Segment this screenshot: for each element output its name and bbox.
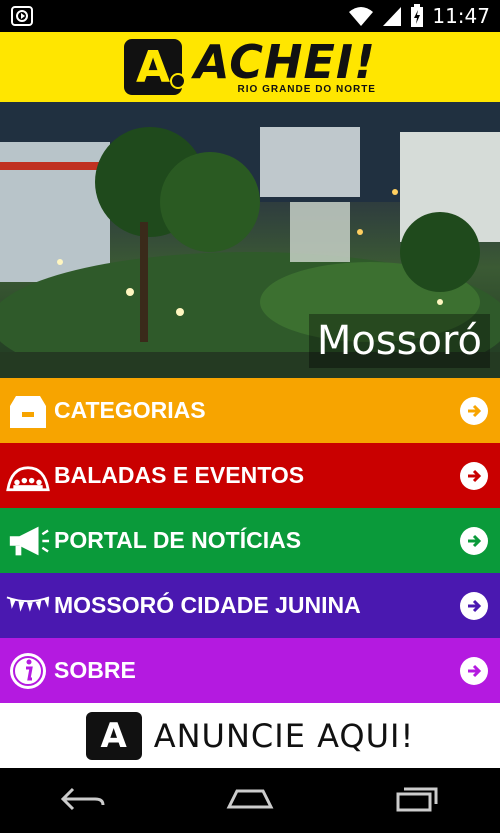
menu-item-portal-de-noticias[interactable]: PORTAL DE NOTÍCIAS (0, 508, 500, 573)
menu-item-mossoro-cidade-junina[interactable]: MOSSORÓ CIDADE JUNINA (0, 573, 500, 638)
arrow-right-icon (460, 656, 488, 685)
wifi-icon (349, 7, 374, 26)
home-icon (226, 789, 274, 809)
megaphone-icon (6, 519, 50, 563)
city-caption: Mossoró (308, 314, 490, 368)
ad-logo-mark: A (85, 711, 142, 760)
media-notification-icon (11, 6, 33, 26)
crowd-icon (6, 454, 50, 498)
status-right: 11:47 (348, 4, 490, 28)
logo-subtitle: RIO GRANDE DO NORTE (237, 83, 376, 95)
status-bar: 11:47 (0, 0, 500, 32)
advertise-content: A ANUNCIE AQUI! (85, 711, 415, 760)
arrow-right-icon (460, 526, 488, 555)
arrow-right-icon (460, 591, 488, 620)
back-arrow-icon (61, 787, 105, 811)
app-header: A ACHEI! RIO GRANDE DO NORTE (0, 32, 500, 102)
status-time: 11:47 (432, 4, 490, 28)
system-navigation-bar (0, 768, 500, 830)
bunting-flags-icon (6, 584, 50, 628)
menu-item-label: PORTAL DE NOTÍCIAS (54, 527, 302, 553)
arrow-right-icon (460, 461, 488, 490)
menu-item-label: CATEGORIAS (54, 397, 206, 423)
logo-title: ACHEI! (194, 34, 376, 89)
logo-mark: A (124, 39, 187, 95)
menu-item-categorias[interactable]: CATEGORIAS (0, 378, 500, 443)
advertise-label: ANUNCIE AQUI! (153, 716, 415, 755)
menu-item-baladas-e-eventos[interactable]: BALADAS E EVENTOS (0, 443, 500, 508)
advertise-banner[interactable]: A ANUNCIE AQUI! (0, 703, 500, 768)
logo-mark-letter: A (135, 41, 171, 93)
battery-charging-icon (411, 4, 424, 27)
info-icon (6, 649, 50, 693)
back-button[interactable] (43, 777, 123, 821)
menu-item-label: MOSSORÓ CIDADE JUNINA (54, 592, 361, 618)
menu-item-sobre[interactable]: SOBRE (0, 638, 500, 703)
archive-box-icon (6, 389, 50, 433)
city-banner: Mossoró (0, 102, 500, 378)
logo-wordmark: ACHEI! RIO GRANDE DO NORTE (194, 34, 376, 95)
menu-item-label: SOBRE (54, 657, 136, 683)
achei-logo: A ACHEI! RIO GRANDE DO NORTE (124, 39, 376, 95)
home-button[interactable] (210, 777, 290, 821)
signal-icon (383, 7, 402, 26)
menu-item-label: BALADAS E EVENTOS (54, 462, 305, 488)
recent-apps-icon (396, 787, 438, 812)
status-left (10, 5, 36, 27)
arrow-right-icon (460, 396, 488, 425)
recent-apps-button[interactable] (377, 777, 457, 821)
